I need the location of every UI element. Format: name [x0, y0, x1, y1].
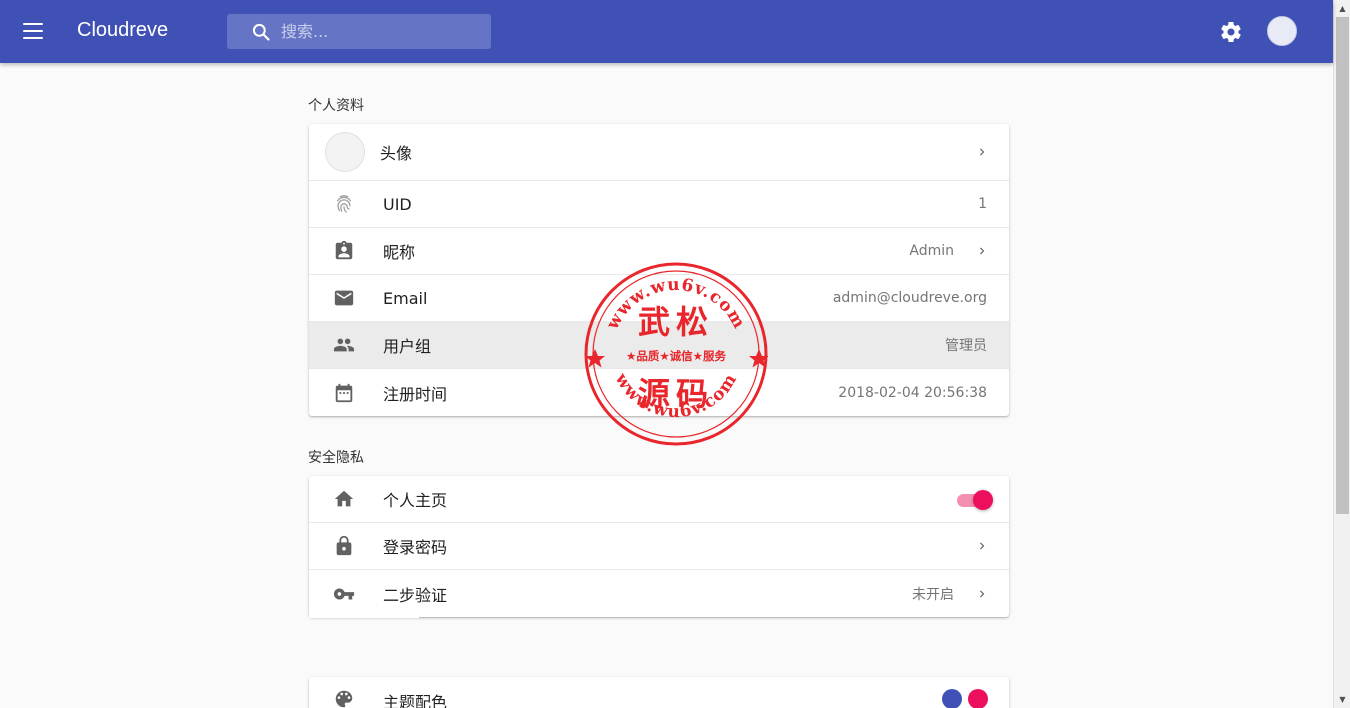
- row-label: UID: [383, 194, 412, 214]
- group-icon: [333, 334, 355, 356]
- key-icon: [333, 583, 355, 605]
- home-icon: [333, 488, 355, 510]
- row-registered[interactable]: 注册时间 2018-02-04 20:56:38: [309, 369, 1009, 416]
- calendar-icon: [333, 382, 355, 404]
- row-value: 未开启: [912, 586, 954, 603]
- row-password[interactable]: 登录密码: [309, 523, 1009, 570]
- row-label: 注册时间: [383, 384, 448, 404]
- toggle-thumb: [973, 490, 993, 510]
- user-avatar[interactable]: [1267, 16, 1297, 46]
- scroll-thumb[interactable]: [1336, 17, 1349, 514]
- scroll-up-arrow-icon[interactable]: ▲: [1334, 0, 1350, 17]
- avatar: [325, 132, 365, 172]
- fingerprint-icon: [333, 193, 355, 215]
- chevron-right-icon: [980, 542, 985, 550]
- row-label: 主题配色: [383, 693, 448, 708]
- row-value: admin@cloudreve.org: [832, 290, 987, 306]
- palette-icon: [333, 688, 355, 708]
- row-homepage[interactable]: 个人主页: [309, 476, 1009, 523]
- row-value: 2018-02-04 20:56:38: [838, 384, 987, 401]
- row-value: 1: [978, 196, 987, 212]
- row-avatar[interactable]: 头像: [309, 124, 1009, 181]
- section-title-security: 安全隐私: [308, 450, 364, 466]
- app-title[interactable]: Cloudreve: [77, 19, 168, 42]
- chevron-right-icon: [980, 590, 985, 597]
- chevron-right-icon: [980, 247, 985, 255]
- lock-icon: [333, 535, 355, 557]
- row-email[interactable]: Email admin@cloudreve.org: [309, 275, 1009, 322]
- scroll-down-arrow-icon[interactable]: ▼: [1334, 691, 1350, 708]
- security-card: 个人主页 登录密码 二步验证 未开启: [309, 476, 1009, 617]
- row-uid[interactable]: UID 1: [309, 181, 1009, 228]
- search-icon: [252, 23, 270, 41]
- row-label: 昵称: [383, 243, 416, 262]
- gear-icon[interactable]: [1219, 20, 1243, 44]
- profile-card: 头像 UID 1 昵称 Admin Email admin@cloudreve.…: [309, 124, 1009, 416]
- row-label: 头像: [380, 144, 413, 163]
- contact-card-icon: [333, 240, 355, 262]
- row-label: 二步验证: [383, 585, 448, 605]
- divider: [309, 610, 419, 618]
- row-user-group[interactable]: 用户组 管理员: [309, 322, 1009, 369]
- primary-color-swatch[interactable]: [942, 689, 962, 708]
- search-box[interactable]: [227, 14, 491, 49]
- row-label: Email: [383, 288, 428, 308]
- row-nickname[interactable]: 昵称 Admin: [309, 228, 1009, 275]
- row-label: 登录密码: [383, 538, 448, 557]
- section-title-profile: 个人资料: [308, 98, 364, 114]
- row-value: 管理员: [945, 338, 987, 354]
- menu-icon[interactable]: [20, 20, 46, 42]
- search-input[interactable]: [281, 22, 471, 41]
- chevron-right-icon: [980, 148, 985, 156]
- row-theme[interactable]: 主题配色: [309, 677, 1009, 708]
- row-value: Admin: [909, 243, 954, 259]
- scrollbar[interactable]: ▲ ▼: [1333, 0, 1350, 708]
- app-bar: Cloudreve: [0, 0, 1333, 63]
- homepage-toggle[interactable]: [957, 489, 993, 511]
- theme-card: 主题配色: [309, 677, 1009, 708]
- secondary-color-swatch[interactable]: [968, 689, 988, 708]
- email-icon: [333, 287, 355, 309]
- row-label: 用户组: [383, 337, 432, 356]
- row-label: 个人主页: [383, 491, 448, 510]
